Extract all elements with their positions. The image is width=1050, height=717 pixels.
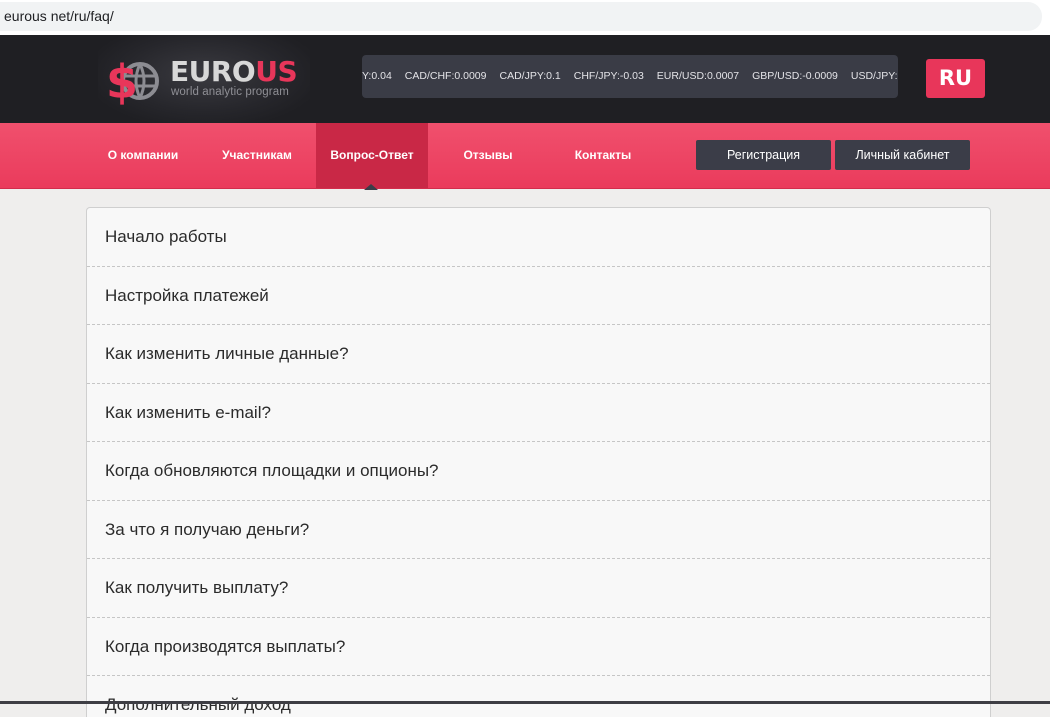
language-button[interactable]: RU <box>926 59 985 98</box>
nav-item-contacts[interactable]: Контакты <box>560 123 646 188</box>
svg-text:$: $ <box>106 55 138 109</box>
faq-item-payout-schedule[interactable]: Когда производятся выплаты? <box>87 618 990 676</box>
faq-item-change-personal-data[interactable]: Как изменить личные данные? <box>87 325 990 384</box>
nav-item-participants[interactable]: Участникам <box>210 123 304 188</box>
logo-wordmark: EUROUS <box>170 55 298 88</box>
dollar-globe-icon: $ <box>106 55 159 109</box>
faq-item-change-email[interactable]: Как изменить e-mail? <box>87 384 990 442</box>
logo-tagline: world analytic program <box>171 86 289 98</box>
ticker-item: EUR/USD:0.0007 <box>656 70 740 82</box>
ticker-item: Y:0.04 <box>362 70 392 82</box>
browser-address-bar: eurous net/ru/faq/ <box>0 0 1050 35</box>
ticker-item: GBP/USD:-0.0009 <box>752 70 838 82</box>
personal-cabinet-button[interactable]: Личный кабинет <box>835 140 970 170</box>
ticker-item: CHF/JPY:-0.03 <box>573 70 644 82</box>
ticker-item: USD/JPY:- <box>850 70 898 82</box>
faq-item-payment-settings[interactable]: Настройка платежей <box>87 267 990 325</box>
nav-item-reviews[interactable]: Отзывы <box>450 123 526 188</box>
url-input[interactable]: eurous net/ru/faq/ <box>0 2 1042 31</box>
logo-word-euro: EURO <box>170 55 256 88</box>
ticker-item: CAD/JPY:0.1 <box>499 70 561 82</box>
currency-ticker: Y:0.04 CAD/CHF:0.0009 CAD/JPY:0.1 CHF/JPY:-… <box>362 55 898 98</box>
faq-item-platform-updates[interactable]: Когда обновляются площадки и опционы? <box>87 442 990 501</box>
logo-word-us: US <box>255 55 298 88</box>
nav-item-faq[interactable]: Вопрос-Ответ <box>316 123 428 188</box>
register-button[interactable]: Регистрация <box>696 140 831 170</box>
active-nav-indicator <box>364 184 378 190</box>
faq-item-additional-income[interactable]: Дополнительный доход <box>87 676 990 717</box>
nav-item-about[interactable]: О компании <box>95 123 191 188</box>
ticker-item: CAD/CHF:0.0009 <box>404 70 487 82</box>
faq-item-getting-started[interactable]: Начало работы <box>87 208 990 267</box>
ticker-track: Y:0.04 CAD/CHF:0.0009 CAD/JPY:0.1 CHF/JPY:-… <box>362 55 898 98</box>
faq-item-what-earns-money[interactable]: За что я получаю деньги? <box>87 501 990 559</box>
site-logo[interactable]: $ EUROUS world analytic program <box>98 35 310 123</box>
faq-item-get-payout[interactable]: Как получить выплату? <box>87 559 990 618</box>
faq-list: Начало работы Настройка платежей Как изм… <box>86 207 991 717</box>
site-header: $ EUROUS world analytic program Y:0.04 CA… <box>0 35 1050 123</box>
